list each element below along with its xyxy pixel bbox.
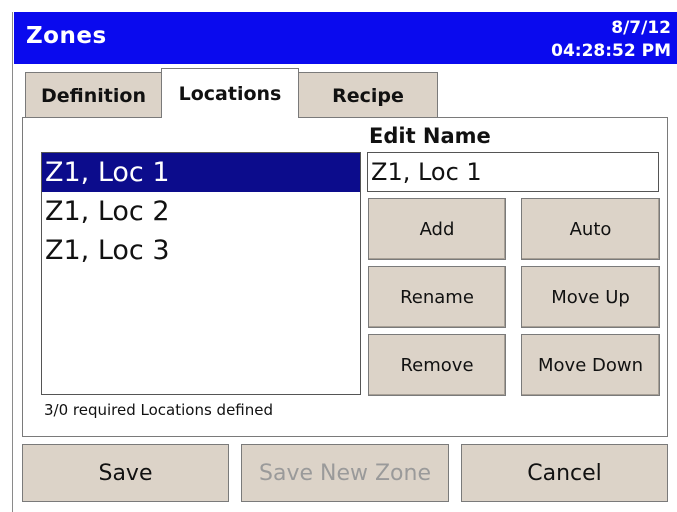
status-text: 3/0 required Locations defined [44, 401, 274, 419]
move-up-button[interactable]: Move Up [521, 266, 660, 328]
time-display: 04:28:52 PM [551, 41, 671, 61]
save-new-zone-button[interactable]: Save New Zone [241, 444, 449, 502]
move-down-button[interactable]: Move Down [521, 334, 660, 396]
edit-name-label: Edit Name [369, 124, 491, 148]
edit-name-input[interactable] [367, 152, 659, 192]
save-button[interactable]: Save [22, 444, 229, 502]
list-item[interactable]: Z1, Loc 3 [42, 231, 360, 270]
list-item[interactable]: Z1, Loc 2 [42, 192, 360, 231]
rename-button[interactable]: Rename [368, 266, 506, 328]
locations-list[interactable]: Z1, Loc 1 Z1, Loc 2 Z1, Loc 3 [41, 152, 361, 395]
cancel-button[interactable]: Cancel [461, 444, 668, 502]
title-bar: Zones 8/7/12 04:28:52 PM [14, 12, 677, 64]
list-item[interactable]: Z1, Loc 1 [42, 153, 360, 192]
tab-definition[interactable]: Definition [25, 72, 162, 118]
tab-locations[interactable]: Locations [161, 68, 299, 118]
auto-button[interactable]: Auto [521, 198, 660, 260]
date-display: 8/7/12 [611, 18, 671, 38]
add-button[interactable]: Add [368, 198, 506, 260]
window-title: Zones [26, 23, 107, 49]
remove-button[interactable]: Remove [368, 334, 506, 396]
tab-recipe[interactable]: Recipe [298, 72, 438, 118]
